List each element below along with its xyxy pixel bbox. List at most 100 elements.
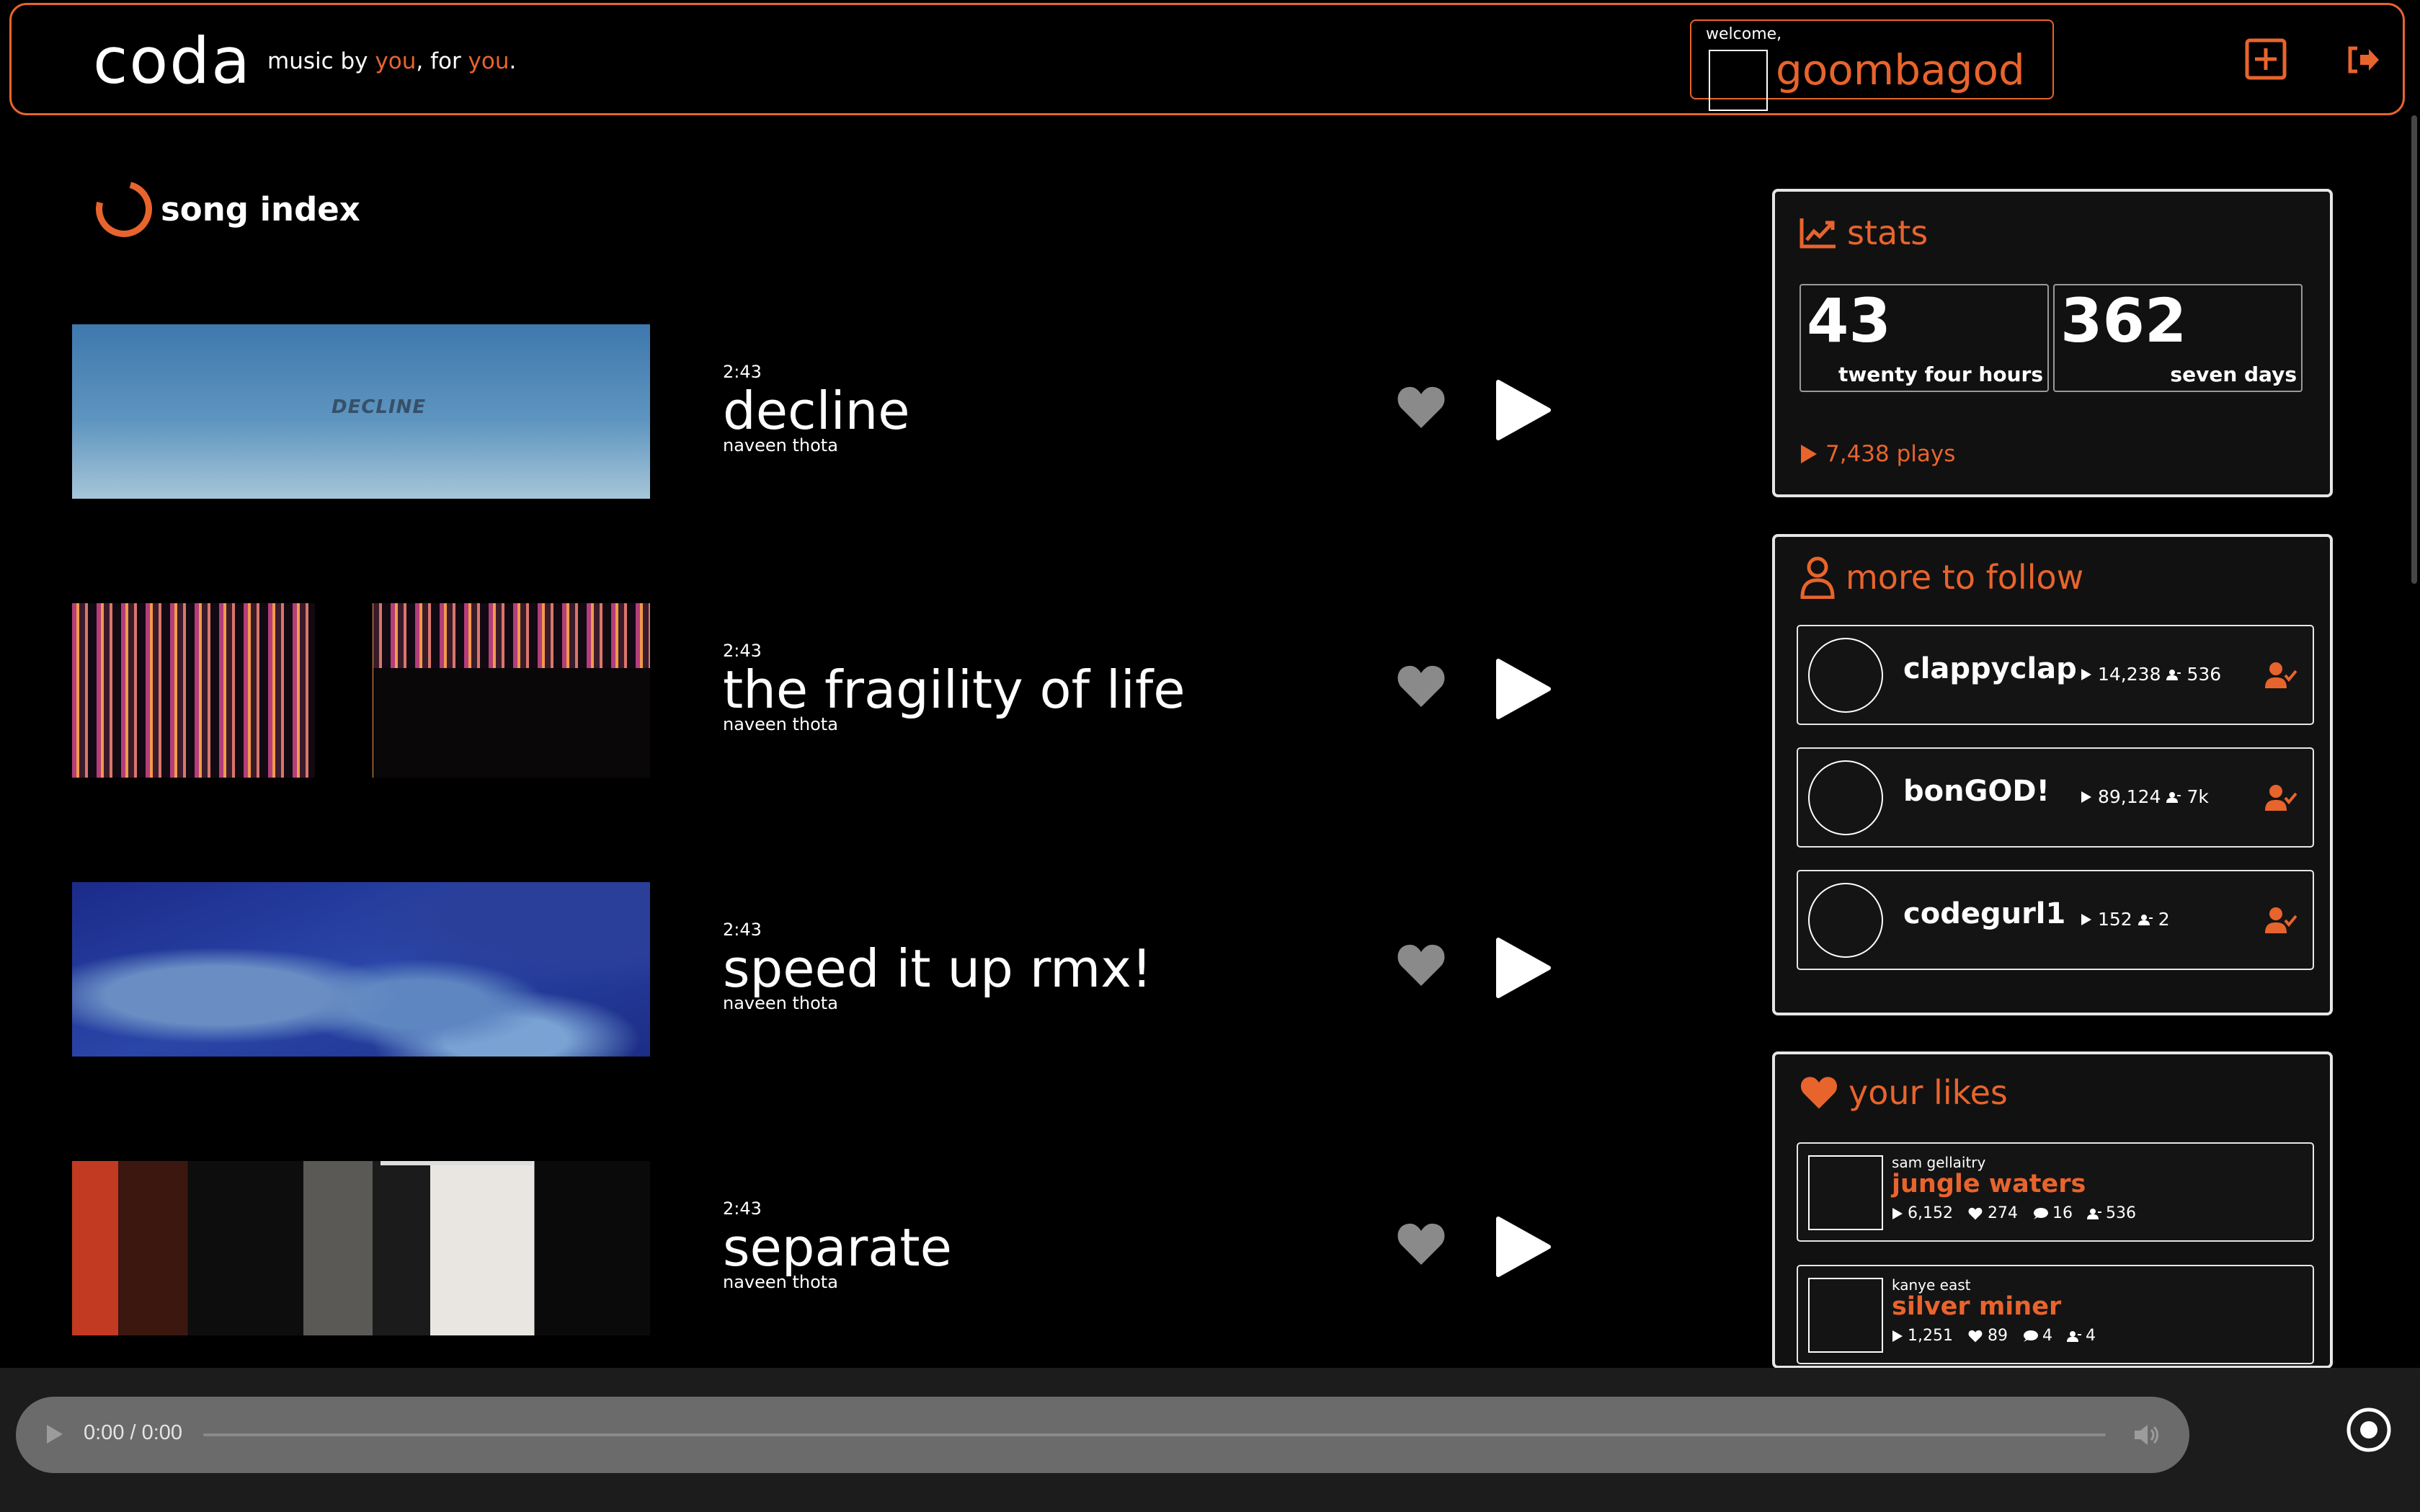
follow-user-stats: 152 2 [2081,909,2170,930]
scrollbar[interactable] [2411,115,2417,584]
player-bar: 0:00 / 0:00 [0,1368,2420,1512]
song-title[interactable]: speed it up rmx! [723,940,1152,997]
stat-day-box: 43 twenty four hours [1800,284,2049,392]
volume-icon[interactable] [2133,1423,2161,1447]
follow-user-stats: 14,238 536 [2081,664,2221,685]
total-plays: 7,438 plays [1800,441,1955,467]
username[interactable]: goombagod [1776,45,2025,94]
song-meta: 2:43 the fragility of life naveen thota [723,641,1185,734]
play-icon[interactable] [45,1423,65,1446]
avatar [1709,50,1768,111]
song-row: 2:43 the fragility of life naveen thota [72,603,1585,778]
play-icon[interactable] [1495,658,1552,720]
song-plays: 1,251 [1908,1327,1953,1345]
user-profile-box[interactable]: welcome, goombagod [1690,19,2054,111]
play-icon [1801,445,1817,463]
play-icon [2081,791,2091,803]
likes-heading: your likes [1800,1073,2008,1112]
avatar [1808,760,1883,835]
song-plays: 6,152 [1908,1204,1953,1222]
follow-user-icon[interactable] [2265,906,2297,935]
song-index-title: song index [161,190,360,228]
stat-day-label: twenty four hours [1838,363,2043,386]
heart-icon[interactable] [1396,1222,1446,1266]
song-title[interactable]: decline [723,382,910,440]
stats-panel: stats 43 twenty four hours 362 seven day… [1772,189,2333,497]
follow-user-icon[interactable] [2265,661,2297,690]
liked-song-title[interactable]: silver miner [1892,1292,2061,1321]
tagline-text: . [509,48,517,74]
song-cover [1808,1155,1883,1230]
song-row: 2:43 separate naveen thota [72,1161,1585,1335]
heart-icon[interactable] [1396,943,1446,987]
record-icon[interactable] [2346,1407,2392,1453]
follow-user-row[interactable]: bonGOD! 89,124 7k [1797,747,2314,848]
sign-out-icon[interactable] [2347,45,2380,74]
heart-icon [1800,1077,1838,1109]
song-likes: 274 [1987,1204,2018,1222]
heart-icon[interactable] [1396,385,1446,430]
logo[interactable]: coda [93,24,252,98]
followers-icon [2166,669,2181,680]
play-icon [2081,913,2091,925]
liked-song-artist: sam gellaitry [1892,1154,1986,1171]
stats-heading: stats [1800,213,1928,252]
audio-player: 0:00 / 0:00 [16,1397,2189,1473]
liked-song-row[interactable]: kanye east silver miner 1,251 89 4 4 [1797,1265,2314,1364]
play-icon[interactable] [1495,379,1552,441]
song-row: DECLINE 2:43 decline naveen thota [72,324,1585,499]
song-duration: 2:43 [723,362,762,382]
song-comments: 4 [2042,1327,2052,1345]
user-plays: 14,238 [2098,664,2161,685]
followers-icon [2137,914,2153,925]
follow-user-stats: 89,124 7k [2081,786,2209,807]
stat-week-box: 362 seven days [2053,284,2303,392]
follow-user-row[interactable]: codegurl1 152 2 [1797,870,2314,970]
user-followers: 7k [2187,786,2209,807]
song-title[interactable]: the fragility of life [723,661,1185,719]
tagline: music by you, for you. [267,48,516,74]
liked-song-stats: 1,251 89 4 4 [1892,1327,2096,1345]
song-followers: 536 [2105,1204,2136,1222]
song-title[interactable]: separate [723,1219,952,1276]
tagline-text: music by [267,48,375,74]
loading-ring-icon [85,170,163,248]
user-followers: 2 [2158,909,2170,930]
song-cover[interactable] [72,882,650,1057]
liked-song-title[interactable]: jungle waters [1892,1170,2086,1199]
seek-bar[interactable] [203,1433,2106,1436]
song-cover[interactable]: DECLINE [72,324,650,499]
liked-song-artist: kanye east [1892,1276,1971,1294]
play-icon[interactable] [1495,1216,1552,1278]
follow-username[interactable]: codegurl1 [1903,897,2065,930]
follow-username[interactable]: clappyclap [1903,652,2077,685]
song-meta: 2:43 separate naveen thota [723,1199,952,1292]
heart-icon[interactable] [1396,664,1446,708]
song-meta: 2:43 speed it up rmx! naveen thota [723,920,1152,1013]
chart-line-icon [1800,218,1836,249]
stat-day-count: 43 [1807,285,1891,356]
song-index-heading: song index [85,170,360,248]
user-plays: 89,124 [2098,786,2161,807]
play-icon [2081,668,2091,680]
play-icon [1892,1207,1903,1219]
song-followers: 4 [2085,1327,2096,1345]
song-row: 2:43 speed it up rmx! naveen thota [72,882,1585,1057]
follow-user-row[interactable]: clappyclap 14,238 536 [1797,625,2314,725]
song-cover[interactable] [72,1161,650,1335]
play-icon[interactable] [1495,937,1552,999]
follow-user-icon[interactable] [2265,783,2297,812]
tagline-text: , for [416,48,468,74]
avatar [1808,883,1883,958]
plus-square-icon[interactable] [2245,38,2287,80]
song-likes: 89 [1987,1327,2008,1345]
likes-title: your likes [1849,1073,2008,1112]
follow-username[interactable]: bonGOD! [1903,775,2050,808]
song-cover [1808,1278,1883,1353]
welcome-label: welcome, [1706,25,1782,43]
song-cover[interactable] [72,603,650,778]
comment-icon [2023,1330,2038,1342]
player-time: 0:00 / 0:00 [84,1421,183,1444]
liked-song-row[interactable]: sam gellaitry jungle waters 6,152 274 16… [1797,1142,2314,1242]
follow-heading: more to follow [1800,556,2083,599]
